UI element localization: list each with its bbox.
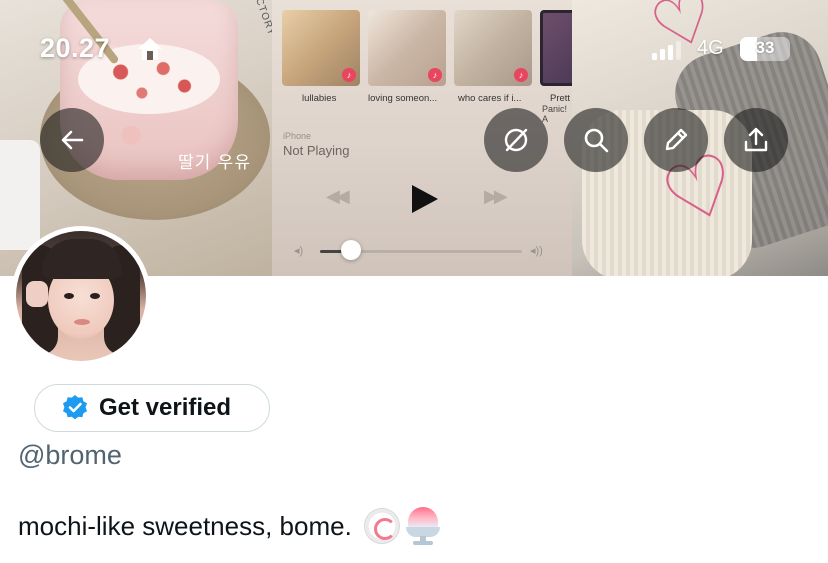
battery-level: 33: [755, 38, 775, 57]
avatar-hand: [26, 281, 48, 307]
grok-icon: [504, 128, 528, 152]
playback-device: iPhone: [283, 131, 312, 141]
arrow-left-icon: [61, 130, 84, 150]
pencil-icon: [665, 128, 688, 151]
profile-bio: mochi-like sweetness, bome.: [18, 507, 440, 545]
back-button[interactable]: [40, 108, 104, 172]
album-subtitle: Panic! A: [542, 104, 568, 124]
grok-button[interactable]: [484, 108, 548, 172]
bio-text: mochi-like sweetness, bome.: [18, 510, 352, 541]
profile-avatar[interactable]: [11, 226, 151, 366]
volume-thumb: [341, 240, 361, 260]
album-title: lullabies: [302, 93, 337, 104]
search-button[interactable]: [564, 108, 628, 172]
avatar-eye: [64, 293, 74, 299]
volume-high-icon: ◂)): [530, 245, 543, 257]
avatar-photo: [16, 231, 146, 361]
album-title: Prett: [550, 93, 571, 104]
fast-forward-icon: ▶▶: [484, 186, 508, 206]
get-verified-button[interactable]: Get verified: [34, 384, 270, 432]
cup-caption: 딸기 우유: [178, 153, 251, 173]
verified-badge-icon: [63, 395, 87, 420]
play-icon: [412, 185, 438, 213]
music-note-icon: ♪: [514, 68, 528, 82]
album-cover: ♪: [282, 10, 360, 86]
get-verified-label: Get verified: [99, 394, 232, 421]
album-title: who cares if i...: [458, 93, 522, 104]
volume-low-icon: ◂): [294, 245, 304, 257]
battery-icon: 33: [740, 37, 790, 61]
music-note-icon: ♪: [342, 68, 356, 82]
status-time: 20.27: [40, 33, 111, 63]
album-cover: ♪: [368, 10, 446, 86]
share-button[interactable]: [724, 108, 788, 172]
fish-cake-emoji-icon: [363, 508, 400, 544]
share-upload-icon: [744, 127, 768, 152]
laptop-corner: [0, 140, 40, 250]
music-note-icon: ♪: [428, 68, 442, 82]
playback-status: Not Playing: [283, 143, 350, 158]
avatar-bangs: [42, 239, 122, 279]
shaved-ice-emoji-icon: [405, 507, 440, 545]
cellular-signal-icon: [652, 40, 682, 60]
album-cover: ♪: [454, 10, 532, 86]
edit-button[interactable]: [644, 108, 708, 172]
rewind-icon: ◀◀: [326, 186, 350, 206]
search-icon: [584, 128, 609, 153]
avatar-eye: [90, 293, 100, 299]
album-title: loving someon...: [368, 93, 438, 104]
avatar-lips: [74, 319, 90, 325]
network-type: 4G: [697, 37, 724, 59]
profile-handle: @brome: [18, 440, 122, 470]
home-icon: [138, 38, 162, 60]
